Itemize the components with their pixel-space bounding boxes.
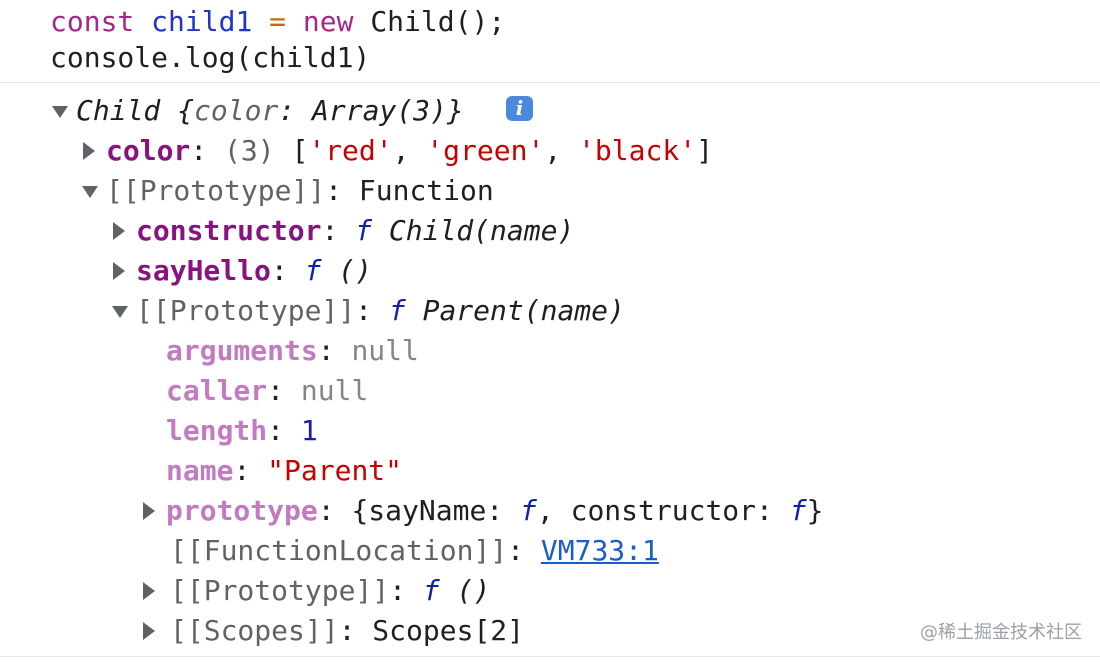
- property-value: 1: [300, 414, 318, 447]
- property-key: [[FunctionLocation]]: [170, 534, 508, 567]
- property-value: null: [300, 374, 369, 407]
- property-value: Scopes[2]: [372, 614, 525, 647]
- property-value: Child(name): [388, 214, 575, 247]
- expand-constructor-toggle-icon[interactable]: [113, 222, 125, 240]
- expand-sayhello-toggle-icon[interactable]: [113, 262, 125, 280]
- property-row-prototype-3[interactable]: [[Prototype]]: f (): [170, 571, 490, 611]
- prototype-summary-close: }: [806, 494, 824, 527]
- constructor-call: Child();: [370, 5, 506, 38]
- function-f-glyph: f: [355, 214, 373, 247]
- prototype-summary-open: {sayName:: [351, 494, 504, 527]
- property-sep: :: [325, 174, 343, 207]
- function-f-glyph: f: [520, 494, 537, 527]
- property-key: constructor: [136, 214, 322, 247]
- property-value: Function: [358, 174, 494, 207]
- property-row-sayhello[interactable]: sayHello: f (): [136, 251, 372, 291]
- array-comma-2: ,: [544, 134, 562, 167]
- property-row-length[interactable]: length: 1: [166, 411, 318, 451]
- property-key: color: [106, 134, 191, 167]
- property-key: length: [166, 414, 268, 447]
- property-sep: :: [355, 294, 373, 327]
- property-row-arguments[interactable]: arguments: null: [166, 331, 419, 371]
- summary-key: color: [194, 94, 279, 127]
- property-row-name[interactable]: name: "Parent": [166, 451, 402, 491]
- array-item-green: 'green': [426, 134, 545, 167]
- property-row-prototype[interactable]: prototype: {sayName: f, constructor: f}: [166, 491, 823, 531]
- property-value: null: [351, 334, 419, 367]
- property-sep: :: [507, 534, 525, 567]
- property-value: Parent(name): [422, 294, 625, 327]
- property-key: caller: [166, 374, 268, 407]
- property-value: (): [456, 574, 491, 607]
- property-sep: :: [338, 614, 356, 647]
- console-input-area[interactable]: const child1 = new Child(); console.log(…: [0, 0, 1100, 83]
- property-row-caller[interactable]: caller: null: [166, 371, 368, 411]
- property-key: arguments: [166, 334, 318, 367]
- prototype-summary-mid: , constructor:: [536, 494, 773, 527]
- function-f-glyph: f: [388, 294, 406, 327]
- property-sep: :: [321, 214, 339, 247]
- property-key: [[Scopes]]: [170, 614, 339, 647]
- code-line-2: console.log(child1): [50, 41, 371, 74]
- object-summary-root[interactable]: Child {color: Array(3)}: [76, 91, 464, 131]
- array-item-red: 'red': [308, 134, 393, 167]
- property-sep: :: [270, 254, 288, 287]
- class-name: Child: [76, 94, 161, 127]
- property-sep: :: [389, 574, 407, 607]
- operator-equals: =: [269, 5, 287, 38]
- property-key: sayHello: [136, 254, 271, 287]
- info-icon[interactable]: i: [506, 96, 533, 121]
- property-row-prototype-1[interactable]: [[Prototype]]: Function: [106, 171, 494, 211]
- expand-color-toggle-icon[interactable]: [83, 142, 95, 160]
- property-row-scopes[interactable]: [[Scopes]]: Scopes[2]: [170, 611, 524, 651]
- summary-value: Array(3): [312, 94, 447, 127]
- function-f-glyph: f: [304, 254, 322, 287]
- expand-root-toggle-icon[interactable]: [52, 106, 68, 118]
- property-row-constructor[interactable]: constructor: f Child(name): [136, 211, 574, 251]
- expand-scopes-toggle-icon[interactable]: [143, 622, 155, 640]
- expand-prototype-2-toggle-icon[interactable]: [112, 306, 128, 318]
- property-value: (): [338, 254, 373, 287]
- summary-sep: :: [278, 94, 296, 127]
- summary-open-brace: {: [177, 94, 195, 127]
- array-item-black: 'black': [578, 134, 697, 167]
- property-sep: :: [317, 334, 335, 367]
- property-value: "Parent": [267, 454, 403, 487]
- keyword-new: new: [302, 5, 354, 38]
- property-sep: :: [267, 374, 285, 407]
- property-key: name: [166, 454, 234, 487]
- property-sep: :: [317, 494, 335, 527]
- summary-close-brace: }: [446, 94, 464, 127]
- property-row-prototype-2[interactable]: [[Prototype]]: f Parent(name): [136, 291, 625, 331]
- property-row-function-location: [[FunctionLocation]]: VM733:1: [170, 531, 659, 571]
- array-comma-1: ,: [392, 134, 410, 167]
- source-location-link[interactable]: VM733:1: [541, 534, 659, 567]
- code-line-1: const child1 = new Child();: [50, 2, 505, 42]
- property-key: prototype: [166, 494, 318, 527]
- array-close: ]: [696, 134, 713, 167]
- property-key: [[Prototype]]: [170, 574, 390, 607]
- property-row-color[interactable]: color: (3) ['red', 'green', 'black']: [106, 131, 713, 171]
- function-f-glyph: f: [422, 574, 440, 607]
- property-sep: :: [233, 454, 251, 487]
- expand-prototype-1-toggle-icon[interactable]: [82, 186, 98, 198]
- function-f-glyph: f: [789, 494, 807, 527]
- divider: [0, 656, 1100, 657]
- array-open: [: [291, 134, 309, 167]
- variable-name: child1: [151, 5, 253, 38]
- expand-prototype-property-toggle-icon[interactable]: [143, 502, 155, 520]
- watermark-text: @稀土掘金技术社区: [920, 622, 1082, 643]
- property-sep: :: [267, 414, 285, 447]
- property-key: [[Prototype]]: [106, 174, 326, 207]
- keyword-const: const: [50, 5, 135, 38]
- expand-prototype-3-toggle-icon[interactable]: [143, 582, 155, 600]
- property-sep: :: [190, 134, 208, 167]
- property-key: [[Prototype]]: [136, 294, 356, 327]
- array-count: (3): [224, 134, 275, 167]
